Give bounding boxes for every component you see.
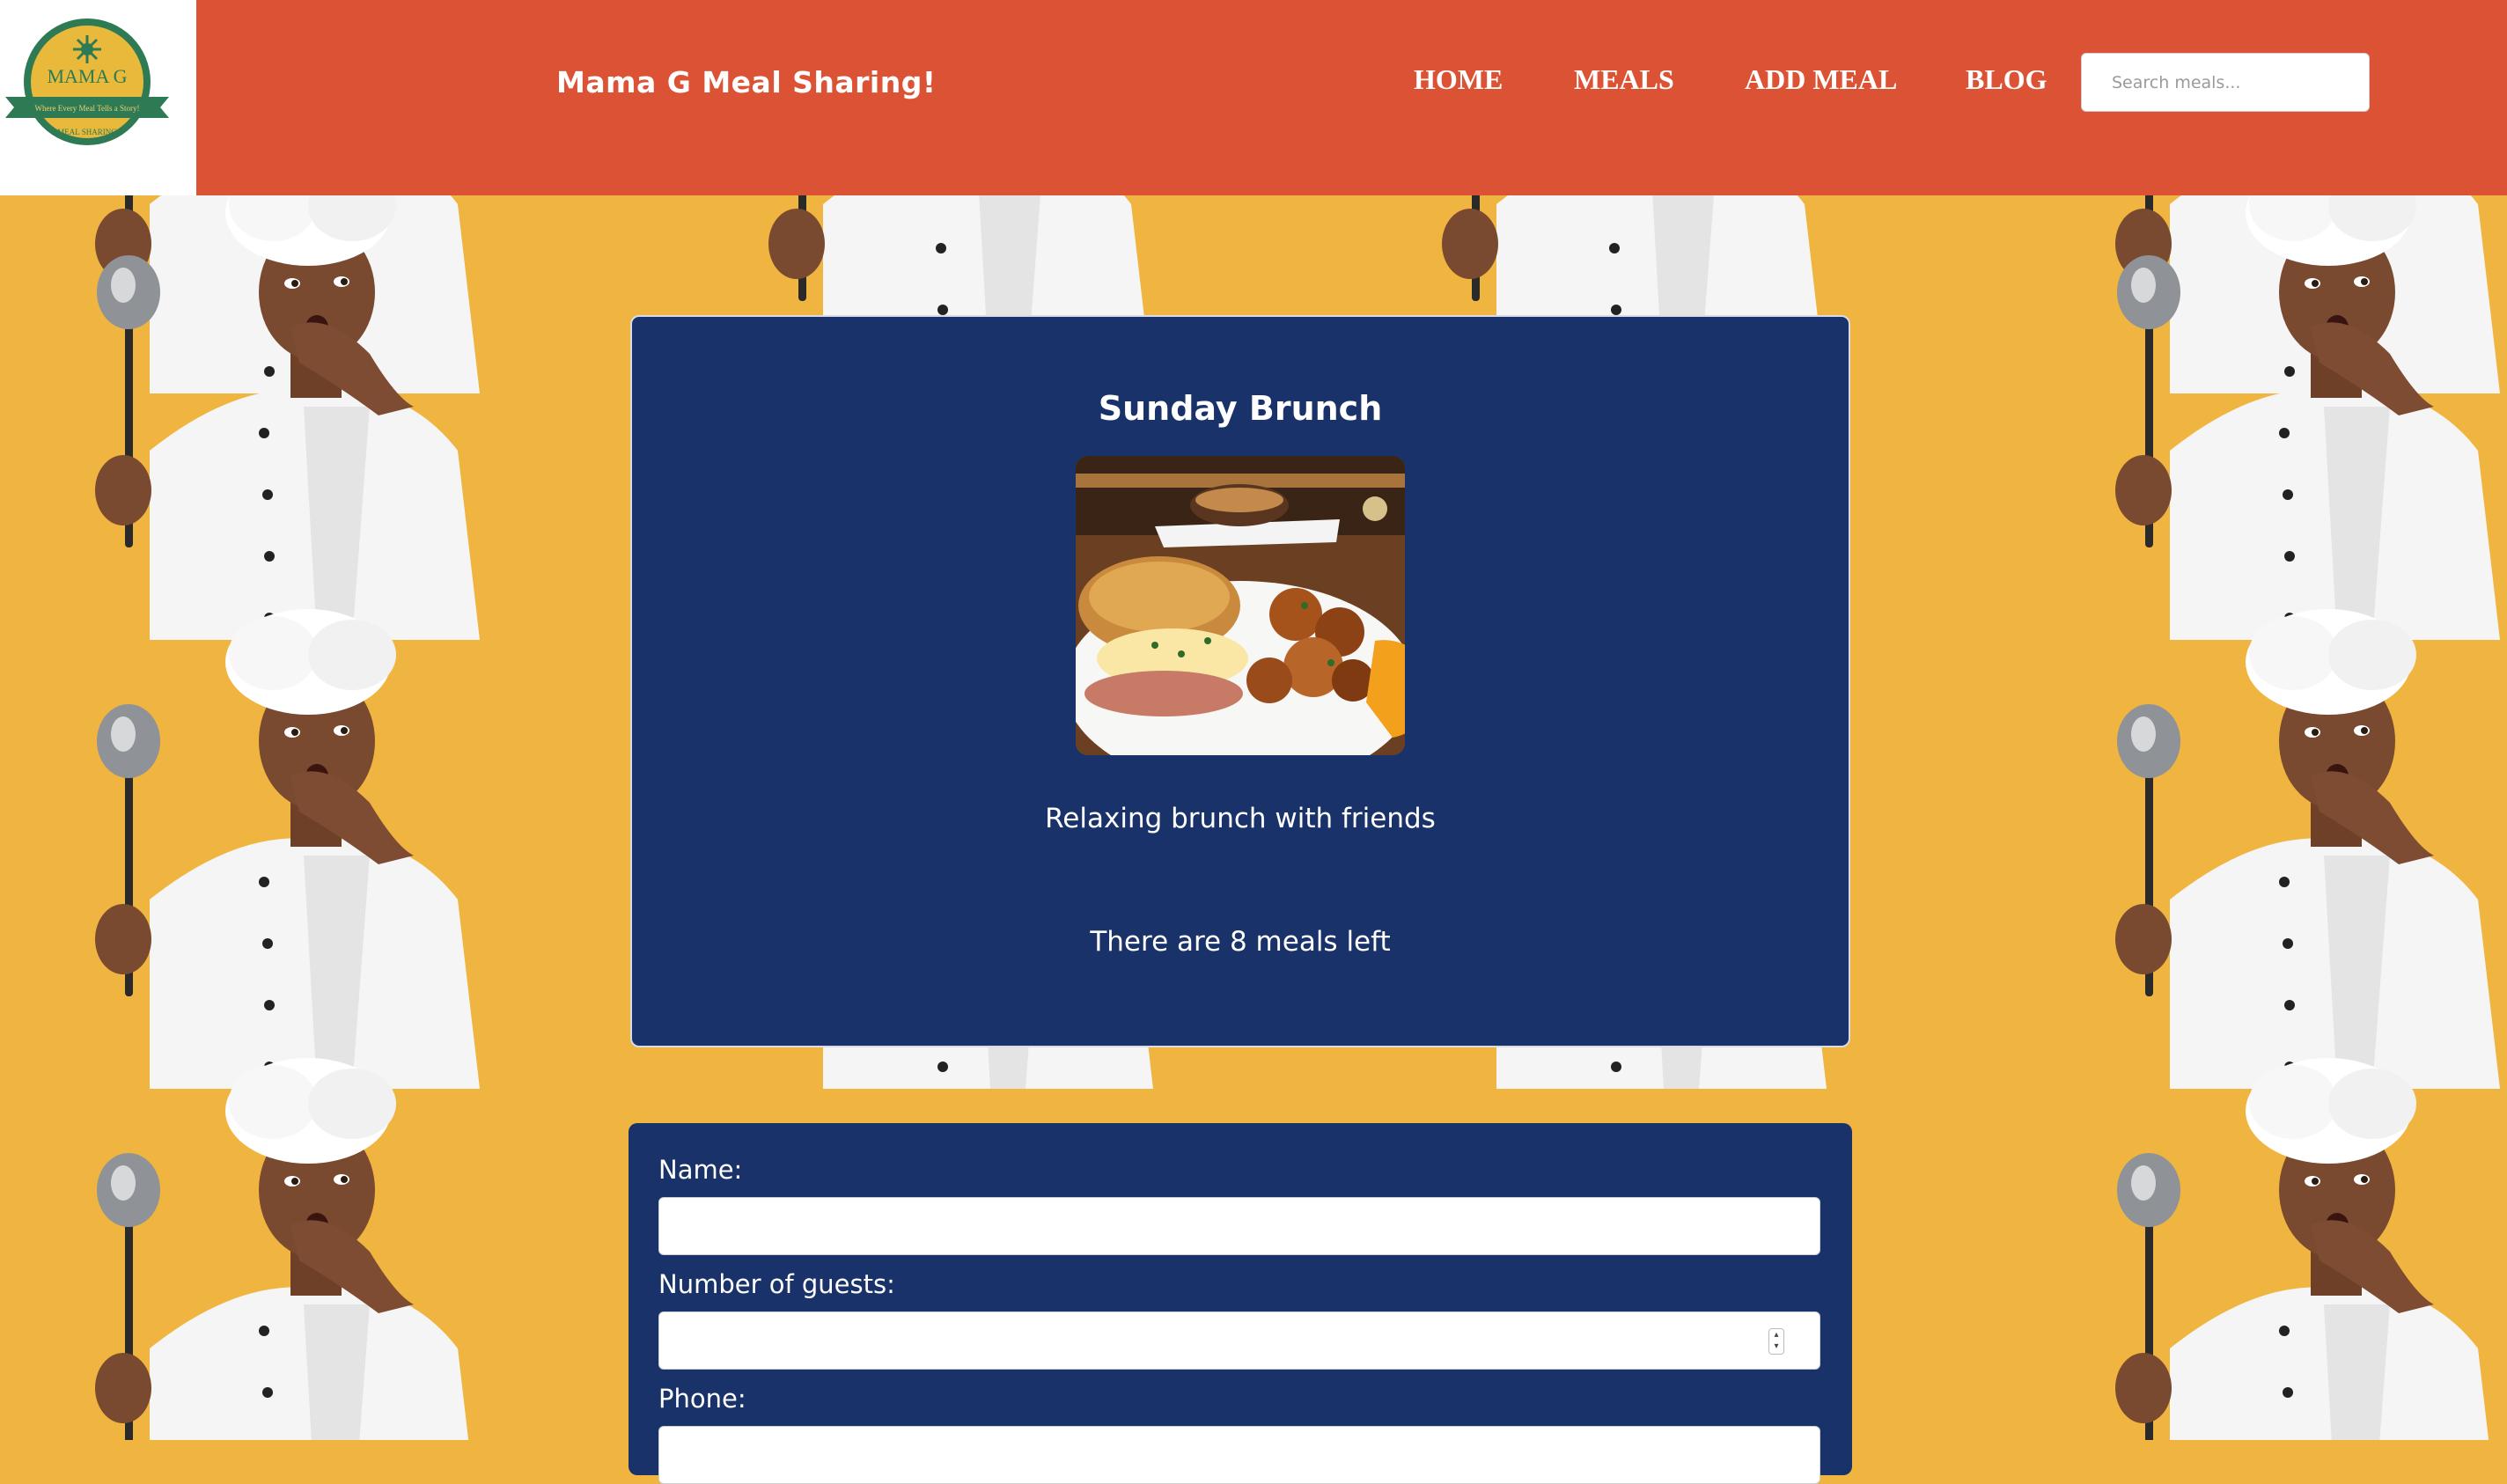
meals-left-text: There are 8 meals left	[1090, 926, 1391, 958]
name-input[interactable]	[658, 1197, 1820, 1255]
logo[interactable]: MAMA G Where Every Meal Tells a Story! M…	[0, 0, 196, 195]
phone-label: Phone:	[658, 1384, 746, 1414]
meal-description: Relaxing brunch with friends	[1045, 803, 1436, 834]
nav-meals-link[interactable]: MEALS	[1574, 63, 1674, 96]
name-label: Name:	[658, 1155, 743, 1185]
nav-blog-link[interactable]: BLOG	[1966, 63, 2047, 96]
nav-home-link[interactable]: HOME	[1414, 63, 1503, 96]
logo-ribbon-text: MEAL SHARING	[57, 128, 117, 136]
logo-title: MAMA G	[47, 65, 127, 87]
site-header: MAMA G Where Every Meal Tells a Story! M…	[0, 0, 2507, 195]
phone-input[interactable]	[658, 1426, 1820, 1484]
mama-g-logo-icon: MAMA G Where Every Meal Tells a Story! M…	[5, 18, 169, 145]
reservation-form: Name: Number of guests: ▴ ▾ Phone:	[629, 1123, 1852, 1484]
search-input[interactable]	[2081, 53, 2370, 112]
number-stepper-icon[interactable]: ▴ ▾	[1768, 1328, 1784, 1355]
guests-label: Number of guests:	[658, 1269, 895, 1299]
meal-image	[1076, 456, 1405, 755]
logo-tagline: Where Every Meal Tells a Story!	[35, 104, 140, 113]
meal-title: Sunday Brunch	[1098, 389, 1383, 428]
brunch-photo-icon	[1076, 456, 1405, 755]
nav-add-meal-link[interactable]: ADD MEAL	[1745, 63, 1897, 96]
site-title: Mama G Meal Sharing!	[556, 65, 937, 99]
meal-card: Sunday Brunch Relaxing brunch with frien…	[630, 315, 1850, 1047]
guests-input[interactable]: ▴ ▾	[658, 1311, 1820, 1370]
